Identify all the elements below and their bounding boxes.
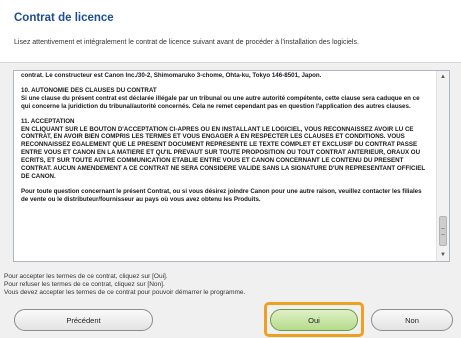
vertical-scrollbar[interactable]: ▲ ▼ — [436, 71, 449, 261]
page-subtitle: Lisez attentivement et intégralement le … — [14, 39, 359, 46]
section-11-text: EN CLIQUANT SUR LE BOUTON D'ACCEPTATION … — [21, 125, 426, 180]
instruction-accept: Pour accepter les termes de ce contrat, … — [4, 273, 168, 280]
scroll-down-arrow-icon[interactable]: ▼ — [437, 249, 449, 261]
page-title: Contrat de licence — [14, 12, 114, 24]
license-text: contrat. Le constructeur est Canon Inc./… — [14, 71, 436, 261]
instruction-required: Vous devez accepter les termes de ce con… — [4, 289, 246, 296]
scrollbar-thumb[interactable] — [439, 216, 447, 247]
previous-button[interactable]: Précédent — [14, 309, 153, 331]
no-button[interactable]: Non — [371, 309, 453, 331]
section-11-title: 11. ACCEPTATION — [21, 117, 75, 125]
dialog-header: Contrat de licence Lisez attentivement e… — [0, 0, 461, 63]
instruction-refuse: Pour refuser les termes de ce contrat, c… — [4, 281, 165, 288]
license-intro: contrat. Le constructeur est Canon Inc./… — [21, 72, 322, 79]
section-10-text: Si une clause du présent contrat est déc… — [21, 94, 420, 110]
yes-button[interactable]: Oui — [270, 309, 358, 331]
grip-icon — [441, 228, 445, 236]
license-text-box[interactable]: contrat. Le constructeur est Canon Inc./… — [13, 70, 450, 262]
license-contact: Pour toute question concernant le présen… — [21, 187, 422, 203]
instructions: Pour accepter les termes de ce contrat, … — [4, 273, 245, 297]
scroll-up-arrow-icon[interactable]: ▲ — [437, 71, 449, 83]
section-10-title: 10. AUTONOMIE DES CLAUSES DU CONTRAT — [21, 86, 157, 94]
